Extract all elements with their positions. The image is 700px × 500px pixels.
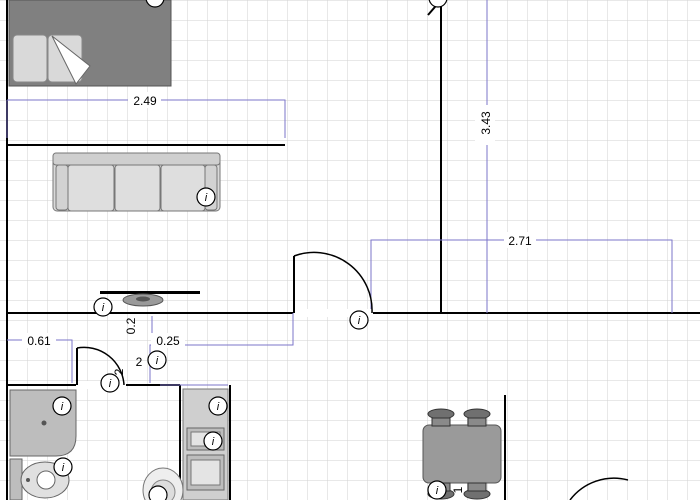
info-marker-sofa[interactable]: i [196,187,216,207]
info-marker-shower[interactable]: i [52,396,72,416]
info-marker-door-living[interactable]: i [349,310,369,330]
bed[interactable] [8,0,172,87]
dimension-label-2: 2 [112,368,126,375]
info-marker-table[interactable]: i [427,480,447,500]
sofa[interactable] [52,152,221,212]
info-marker-toilet[interactable]: i [53,457,73,477]
info-marker-door-bathroom[interactable]: i [100,373,120,393]
dimension-label-2.49: 2.49 [133,94,157,108]
dimension-label-0.2: 0.2 [124,317,138,334]
floor-plan-canvas[interactable]: 2.49 3.43 2.71 0.61 0.25 0.2 2 2 1 i i i… [0,0,700,500]
dimension-label-3.43: 3.43 [479,111,493,135]
dimension-label-0.25: 0.25 [156,334,180,348]
info-marker-counter[interactable]: i [208,396,228,416]
dimension-label-2.71: 2.71 [508,234,532,248]
info-marker-sink[interactable]: i [203,431,223,451]
info-marker-bath-sink[interactable] [148,485,168,500]
dimension-label-0.61: 0.61 [27,334,51,348]
dimension-label-2-kitchen: 2 [136,355,143,369]
info-marker-tv[interactable]: i [93,297,113,317]
info-marker-kitchen[interactable]: i [147,350,167,370]
